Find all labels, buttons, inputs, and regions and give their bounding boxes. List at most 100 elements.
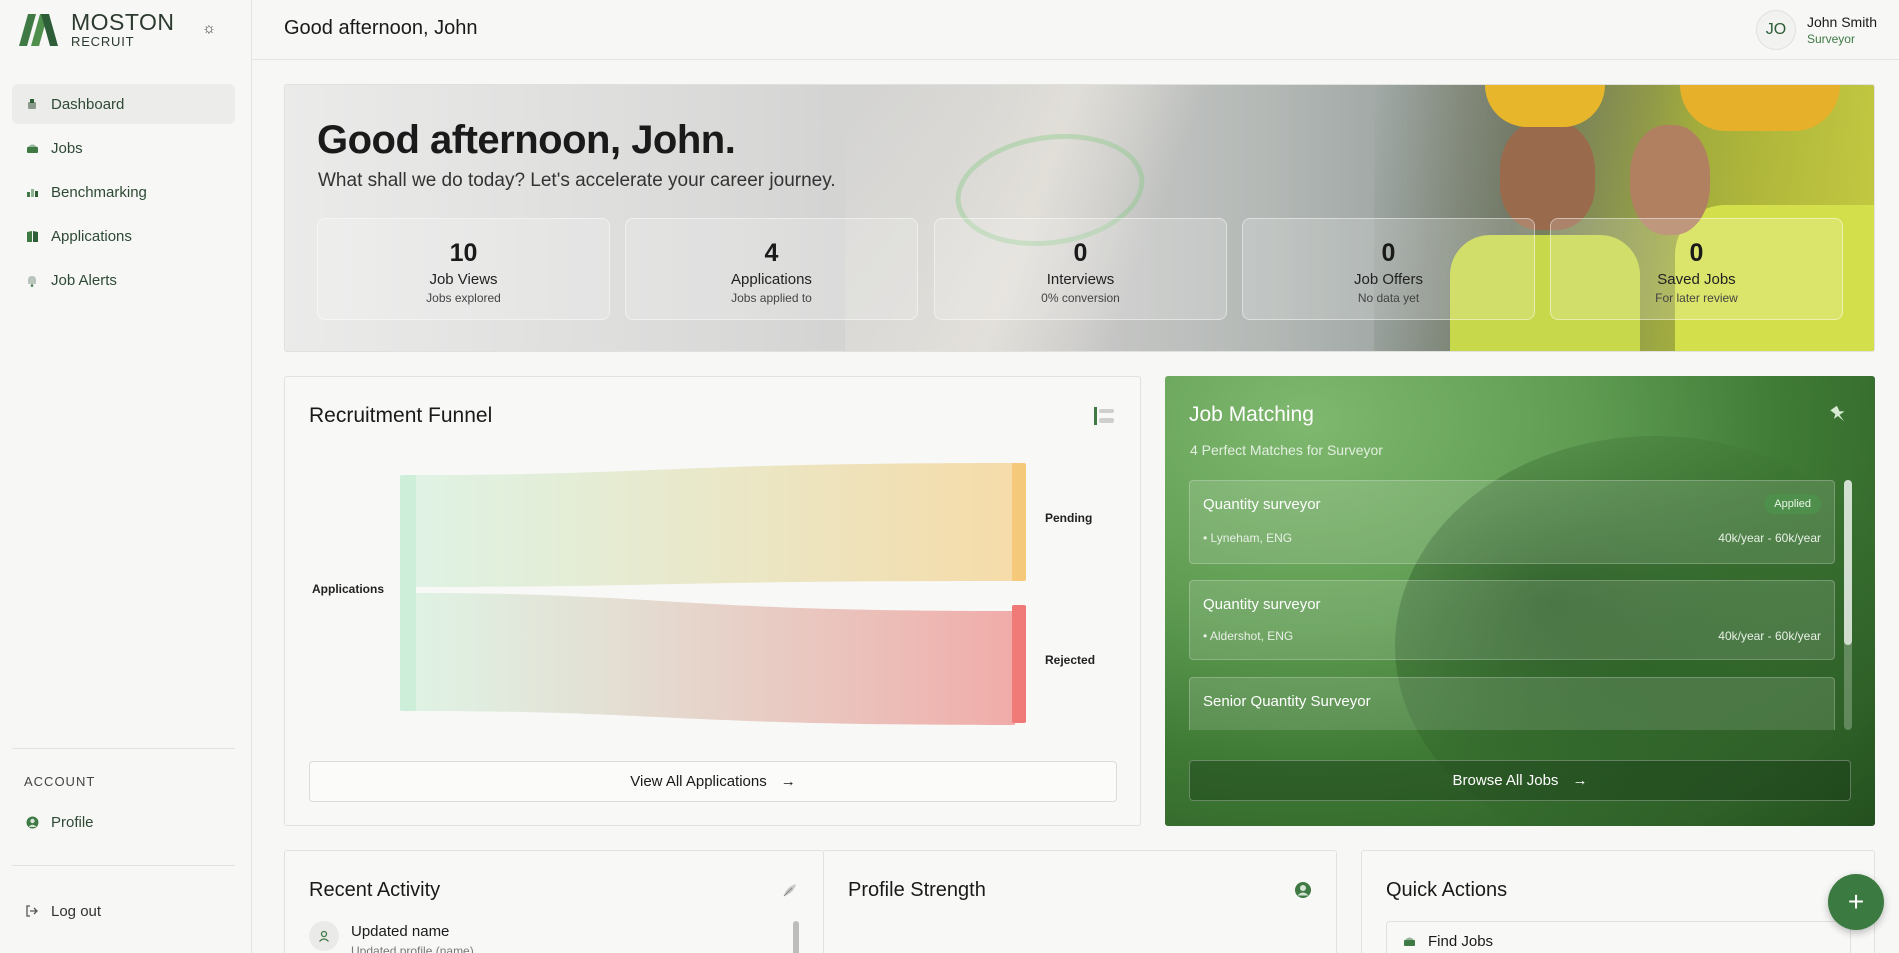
node-label-rejected: Rejected: [1045, 653, 1095, 667]
browse-all-jobs-button[interactable]: Browse All Jobs →: [1189, 760, 1851, 801]
add-floating-button[interactable]: +: [1828, 874, 1884, 930]
button-label: Browse All Jobs: [1452, 772, 1559, 789]
job-card[interactable]: Quantity surveyor • Aldershot, ENG 40k/y…: [1189, 580, 1835, 660]
arrow-right-icon: →: [780, 773, 796, 790]
funnel-sankey: Applications Pending Rejected: [312, 463, 1095, 725]
account-section-label: ACCOUNT: [24, 774, 96, 789]
sidebar-item-profile[interactable]: Profile: [12, 802, 235, 842]
hero-subtitle: What shall we do today? Let's accelerate…: [318, 170, 836, 191]
stat-label: Job Offers: [1354, 271, 1423, 288]
node-label-applications: Applications: [312, 582, 384, 596]
top-header: Good afternoon, John JO John Smith Surve…: [252, 0, 1899, 60]
logo[interactable]: MOSTON RECRUIT: [19, 11, 175, 48]
card-title: Quick Actions: [1386, 879, 1508, 901]
bell-icon: [25, 273, 39, 287]
stat-value: 4: [764, 239, 779, 267]
button-label: View All Applications: [630, 773, 767, 790]
stat-label: Interviews: [1046, 271, 1115, 288]
scrollbar-thumb[interactable]: [1844, 480, 1852, 645]
stat-label: Saved Jobs: [1657, 271, 1736, 288]
activity-description: Updated profile (name): [351, 944, 474, 953]
brand-sub: RECRUIT: [71, 34, 135, 49]
feather-icon: [783, 884, 796, 897]
job-salary: 40k/year - 60k/year: [1718, 629, 1821, 643]
job-title: Quantity surveyor: [1203, 496, 1321, 513]
job-matching-card: Job Matching 4 Perfect Matches for Surve…: [1165, 376, 1875, 826]
job-location: • Lyneham, ENG: [1203, 531, 1293, 545]
flow-rejected: [415, 593, 1015, 725]
quick-actions-card: Quick Actions Find Jobs: [1361, 850, 1875, 953]
stat-card-applications: 4 Applications Jobs applied to: [625, 218, 918, 320]
card-title: Recruitment Funnel: [309, 404, 493, 427]
user-circle-icon: [1295, 882, 1311, 898]
avatar: JO: [1755, 10, 1796, 50]
page-title: Good afternoon, John: [284, 17, 478, 39]
stat-note: 0% conversion: [1041, 291, 1120, 305]
node-pending: [1012, 463, 1026, 581]
card-title: Recent Activity: [309, 879, 441, 901]
sidebar-item-label: Applications: [51, 227, 132, 245]
scrollbar[interactable]: [793, 921, 799, 953]
job-list: Quantity surveyor Applied • Lyneham, ENG…: [1189, 480, 1835, 730]
list-icon[interactable]: [1093, 405, 1115, 427]
dashboard-icon: [25, 97, 39, 111]
sidebar: MOSTON RECRUIT ☼ Dashboard Jobs Benchmar…: [0, 0, 252, 953]
welcome-banner: Good afternoon, John. What shall we do t…: [284, 84, 1875, 352]
flow-pending: [415, 463, 1015, 587]
divider: [12, 748, 235, 749]
sidebar-item-label: Dashboard: [51, 95, 125, 113]
job-location: • Aldershot, ENG: [1203, 629, 1294, 643]
stat-value: 10: [449, 239, 478, 267]
quick-action-label: Find Jobs: [1428, 932, 1494, 950]
stat-label: Job Views: [429, 271, 498, 288]
status-badge: Applied: [1764, 494, 1821, 514]
sidebar-item-jobs[interactable]: Jobs: [12, 128, 235, 168]
briefcase-icon: [1402, 934, 1416, 948]
stat-value: 0: [1381, 239, 1396, 267]
view-all-applications-button[interactable]: View All Applications →: [309, 761, 1117, 802]
divider: [12, 865, 235, 866]
stat-note: For later review: [1655, 291, 1738, 305]
user-icon: [25, 815, 39, 829]
brand-name: MOSTON: [71, 9, 175, 35]
logout-button[interactable]: Log out: [12, 891, 235, 931]
pin-icon[interactable]: [1828, 403, 1850, 425]
find-jobs-button[interactable]: Find Jobs: [1386, 921, 1851, 953]
job-title: Senior Quantity Surveyor: [1203, 693, 1371, 710]
scrollbar[interactable]: [1844, 480, 1852, 730]
sidebar-item-label: Profile: [51, 813, 94, 831]
stat-card-saved-jobs: 0 Saved Jobs For later review: [1550, 218, 1843, 320]
sidebar-nav: Dashboard Jobs Benchmarking Applications…: [12, 84, 235, 304]
job-title: Quantity surveyor: [1203, 596, 1321, 613]
node-label-pending: Pending: [1045, 511, 1092, 525]
user-icon: [309, 921, 339, 951]
card-title: Job Matching: [1189, 403, 1314, 426]
stat-note: Jobs explored: [426, 291, 501, 305]
user-menu[interactable]: JO John Smith Surveyor: [1755, 10, 1877, 50]
activity-item[interactable]: Updated name Updated profile (name): [309, 921, 474, 953]
job-card[interactable]: Senior Quantity Surveyor: [1189, 677, 1835, 730]
sidebar-item-applications[interactable]: Applications: [12, 216, 235, 256]
sidebar-item-job-alerts[interactable]: Job Alerts: [12, 260, 235, 300]
user-name: John Smith: [1806, 14, 1877, 30]
theme-toggle-sun-icon[interactable]: ☼: [199, 18, 219, 38]
stat-card-interviews: 0 Interviews 0% conversion: [934, 218, 1227, 320]
stat-card-job-offers: 0 Job Offers No data yet: [1242, 218, 1535, 320]
match-subtitle: 4 Perfect Matches for Surveyor: [1190, 442, 1383, 458]
arrow-right-icon: →: [1572, 772, 1588, 789]
profile-strength-card: Profile Strength: [823, 850, 1337, 953]
stat-card-job-views: 10 Job Views Jobs explored: [317, 218, 610, 320]
sidebar-item-dashboard[interactable]: Dashboard: [12, 84, 235, 124]
sidebar-item-label: Benchmarking: [51, 183, 147, 201]
chart-icon: [25, 185, 39, 199]
node-rejected: [1012, 605, 1026, 723]
document-icon: [25, 229, 39, 243]
logout-label: Log out: [51, 902, 102, 920]
node-applications: [400, 475, 416, 711]
activity-title: Updated name: [351, 923, 450, 940]
logout-icon: [25, 904, 39, 918]
stat-label: Applications: [731, 271, 812, 288]
recent-activity-card: Recent Activity Updated name Updated pro…: [284, 850, 824, 953]
job-card[interactable]: Quantity surveyor Applied • Lyneham, ENG…: [1189, 480, 1835, 564]
sidebar-item-benchmarking[interactable]: Benchmarking: [12, 172, 235, 212]
